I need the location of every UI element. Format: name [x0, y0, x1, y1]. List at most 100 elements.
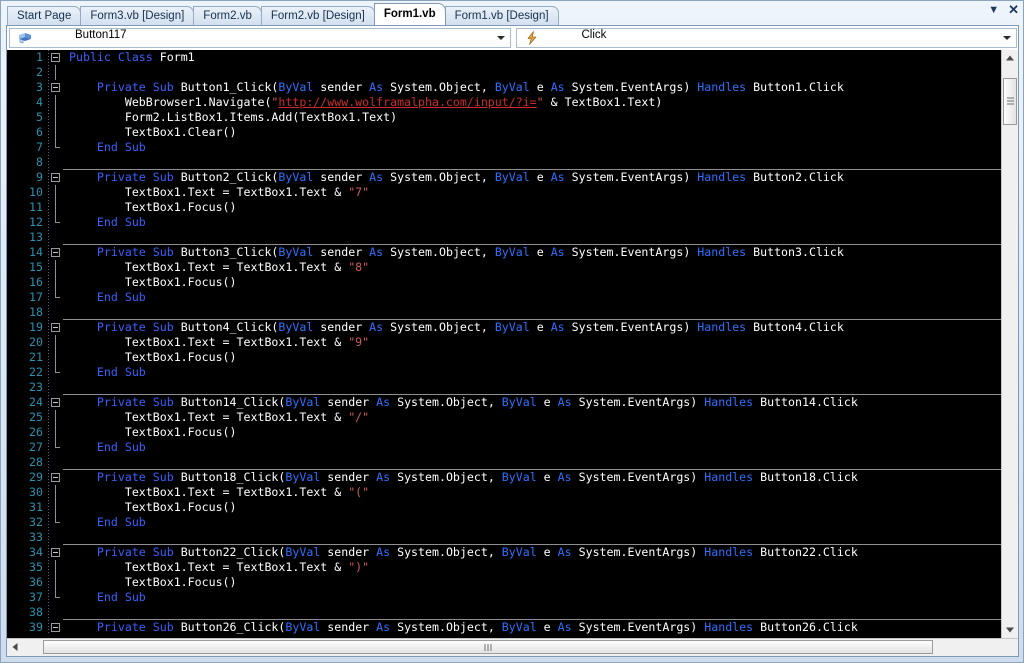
scroll-up-button[interactable] — [1002, 50, 1018, 66]
code-token: ByVal — [501, 470, 537, 484]
vertical-scrollbar[interactable] — [1001, 50, 1018, 638]
code-token: TextBox1.Focus() — [69, 350, 237, 364]
code-line[interactable]: 33 — [7, 530, 1001, 545]
code-token: System.Object, — [390, 470, 502, 484]
document-tab[interactable]: Form2.vb [Design] — [260, 6, 375, 25]
code-line[interactable]: 24 Private Sub Button14_Click(ByVal send… — [7, 395, 1001, 410]
code-line[interactable]: 9 Private Sub Button2_Click(ByVal sender… — [7, 170, 1001, 185]
code-line[interactable]: 22 End Sub — [7, 365, 1001, 380]
document-tab[interactable]: Form3.vb [Design] — [80, 6, 195, 25]
code-token: e — [536, 395, 558, 409]
code-line[interactable]: 13 — [7, 230, 1001, 245]
code-token: ByVal — [285, 470, 321, 484]
close-icon[interactable]: ✕ — [1008, 3, 1019, 16]
code-token: Button4_Click( — [180, 320, 279, 334]
document-tab-active[interactable]: Form1.vb — [373, 3, 446, 25]
code-line[interactable]: 36 TextBox1.Focus() — [7, 575, 1001, 590]
code-token: System.Object, — [390, 620, 502, 634]
horizontal-scrollbar[interactable] — [7, 638, 1018, 656]
indent-guide — [48, 560, 49, 575]
code-line[interactable]: 20 TextBox1.Text = TextBox1.Text & "9" — [7, 335, 1001, 350]
code-line[interactable]: 31 TextBox1.Focus() — [7, 500, 1001, 515]
fold-guide-line — [55, 260, 56, 275]
code-line[interactable]: 32 End Sub — [7, 515, 1001, 530]
code-line[interactable]: 12 End Sub — [7, 215, 1001, 230]
code-line[interactable]: 23 — [7, 380, 1001, 395]
code-line[interactable]: 39 Private Sub Button26_Click(ByVal send… — [7, 620, 1001, 635]
document-tab[interactable]: Start Page — [7, 6, 82, 25]
code-line[interactable]: 17 End Sub — [7, 290, 1001, 305]
document-tab[interactable]: Form2.vb — [193, 6, 262, 25]
line-number: 7 — [36, 140, 43, 154]
code-line[interactable]: 38 — [7, 605, 1001, 620]
code-token: e — [536, 545, 558, 559]
code-line[interactable]: 28 — [7, 455, 1001, 470]
code-line[interactable]: 1 Public Class Form1 — [7, 50, 1001, 65]
indent-guide — [48, 605, 49, 620]
vertical-scrollbar-thumb[interactable] — [1003, 77, 1017, 125]
chevron-down-icon[interactable]: ▼ — [988, 4, 999, 16]
member-combobox[interactable]: Click — [515, 28, 1017, 48]
code-line[interactable]: 26 TextBox1.Focus() — [7, 425, 1001, 440]
chevron-down-icon[interactable] — [1003, 36, 1011, 40]
code-line-text: TextBox1.Focus() — [69, 200, 237, 215]
collapse-toggle-icon[interactable] — [51, 548, 60, 557]
code-token: TextBox1.Focus() — [69, 275, 237, 289]
code-line[interactable]: 3 Private Sub Button1_Click(ByVal sender… — [7, 80, 1001, 95]
collapse-toggle-icon[interactable] — [51, 623, 60, 632]
code-line[interactable]: 10 TextBox1.Text = TextBox1.Text & "7" — [7, 185, 1001, 200]
indent-guide — [48, 440, 49, 455]
code-line[interactable]: 16 TextBox1.Focus() — [7, 275, 1001, 290]
code-line[interactable]: 18 — [7, 305, 1001, 320]
code-token: ByVal — [494, 245, 530, 259]
indent-guide — [48, 620, 49, 635]
code-line[interactable]: 29 Private Sub Button18_Click(ByVal send… — [7, 470, 1001, 485]
code-text-area[interactable]: 1 Public Class Form1 2 3 Private Sub Button… — [7, 50, 1001, 638]
indent-guide — [48, 350, 49, 365]
collapse-toggle-icon[interactable] — [51, 398, 60, 407]
object-combobox[interactable]: Button117 — [9, 28, 511, 48]
collapse-toggle-icon[interactable] — [51, 473, 60, 482]
document-tab-label: Form2.vb — [203, 10, 252, 22]
scroll-down-button[interactable] — [1002, 622, 1018, 638]
collapse-toggle-icon[interactable] — [51, 248, 60, 257]
code-line[interactable]: 30 TextBox1.Text = TextBox1.Text & "(" — [7, 485, 1001, 500]
code-line[interactable]: 27 End Sub — [7, 440, 1001, 455]
collapse-toggle-icon[interactable] — [51, 323, 60, 332]
code-line[interactable]: 6 TextBox1.Clear() — [7, 125, 1001, 140]
code-line[interactable]: 35 TextBox1.Text = TextBox1.Text & ")" — [7, 560, 1001, 575]
indent-guide — [48, 425, 49, 440]
horizontal-scrollbar-thumb[interactable] — [43, 640, 934, 654]
code-line[interactable]: 8 — [7, 155, 1001, 170]
code-token: ByVal — [501, 395, 537, 409]
code-line[interactable]: 2 — [7, 65, 1001, 80]
code-line-text: WebBrowser1.Navigate("http://www.wolfram… — [69, 95, 663, 110]
code-line-text: End Sub — [69, 365, 146, 380]
collapse-toggle-icon[interactable] — [51, 53, 60, 62]
code-line[interactable]: 7 End Sub — [7, 140, 1001, 155]
code-line[interactable]: 19 Private Sub Button4_Click(ByVal sende… — [7, 320, 1001, 335]
code-line[interactable]: 4 WebBrowser1.Navigate("http://www.wolfr… — [7, 95, 1001, 110]
code-token: System.EventArgs) — [564, 80, 698, 94]
chevron-down-icon[interactable] — [496, 36, 505, 40]
code-line[interactable]: 37 End Sub — [7, 590, 1001, 605]
code-token: Private Sub — [96, 620, 181, 634]
code-line-text: TextBox1.Focus() — [69, 425, 237, 440]
code-line[interactable]: 14 Private Sub Button3_Click(ByVal sende… — [7, 245, 1001, 260]
code-token: e — [536, 470, 558, 484]
fold-guide-line — [55, 200, 56, 215]
code-line[interactable]: 21 TextBox1.Focus() — [7, 350, 1001, 365]
document-tab[interactable]: Form1.vb [Design] — [444, 6, 559, 25]
code-line[interactable]: 34 Private Sub Button22_Click(ByVal send… — [7, 545, 1001, 560]
line-number: 24 — [29, 395, 43, 409]
code-line[interactable]: 11 TextBox1.Focus() — [7, 200, 1001, 215]
scroll-left-button[interactable] — [7, 639, 23, 655]
code-line[interactable]: 25 TextBox1.Text = TextBox1.Text & "/" — [7, 410, 1001, 425]
code-line[interactable]: 5 Form2.ListBox1.Items.Add(TextBox1.Text… — [7, 110, 1001, 125]
code-line[interactable]: 15 TextBox1.Text = TextBox1.Text & "8" — [7, 260, 1001, 275]
code-token: ByVal — [285, 545, 321, 559]
collapse-toggle-icon[interactable] — [51, 83, 60, 92]
fold-guide-line — [55, 425, 56, 440]
code-token: As — [376, 545, 391, 559]
collapse-toggle-icon[interactable] — [51, 173, 60, 182]
